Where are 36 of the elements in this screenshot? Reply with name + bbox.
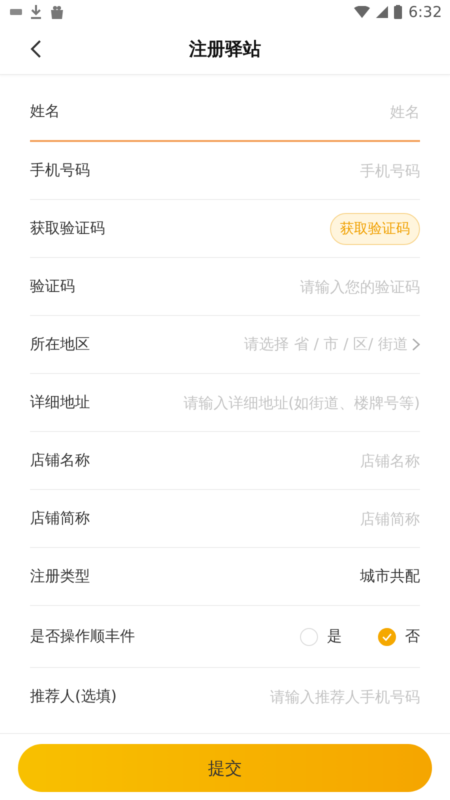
chevron-icon: [412, 338, 420, 351]
bag-icon: [50, 5, 64, 19]
field-label: 获取验证码: [30, 219, 105, 238]
field-label: 所在地区: [30, 335, 90, 354]
page-title: 注册驿站: [189, 38, 261, 61]
field-value: 城市共配: [360, 567, 420, 586]
radio-label: 否: [405, 627, 420, 646]
radio-label: 是: [327, 627, 342, 646]
radio-button[interactable]: [378, 628, 396, 646]
input-field[interactable]: 请输入您的验证码: [150, 278, 420, 296]
wifi-icon: [354, 6, 370, 18]
field-label: 店铺名称: [30, 451, 90, 470]
field-label: 店铺简称: [30, 509, 90, 528]
input-field[interactable]: 请输入详细地址(如街道、楼牌号等): [150, 394, 420, 412]
back-icon[interactable]: [30, 40, 42, 58]
field-label: 详细地址: [30, 393, 90, 412]
input-field[interactable]: 店铺简称: [150, 510, 420, 528]
field-label: 是否操作顺丰件: [30, 627, 135, 646]
input-field[interactable]: 请输入推荐人手机号码: [150, 688, 420, 706]
download-icon: [30, 5, 42, 19]
battery-icon: [394, 5, 402, 19]
input-field[interactable]: 手机号码: [150, 162, 420, 180]
field-label: 推荐人(选填): [30, 687, 117, 706]
region-select[interactable]: 请选择 省 / 市 / 区/ 街道: [244, 335, 408, 354]
input-field[interactable]: 姓名: [150, 102, 420, 120]
submit-button[interactable]: 提交: [18, 744, 432, 792]
field-label: 手机号码: [30, 161, 90, 180]
field-label: 姓名: [30, 102, 60, 121]
field-label: 验证码: [30, 277, 75, 296]
input-field[interactable]: 店铺名称: [150, 452, 420, 470]
signal-icon: [376, 6, 388, 18]
check-icon: [382, 632, 392, 640]
field-label: 注册类型: [30, 567, 90, 586]
radio-button[interactable]: [300, 628, 318, 646]
status-time: 6:32: [408, 3, 442, 21]
get-code-button[interactable]: 获取验证码: [330, 212, 420, 244]
